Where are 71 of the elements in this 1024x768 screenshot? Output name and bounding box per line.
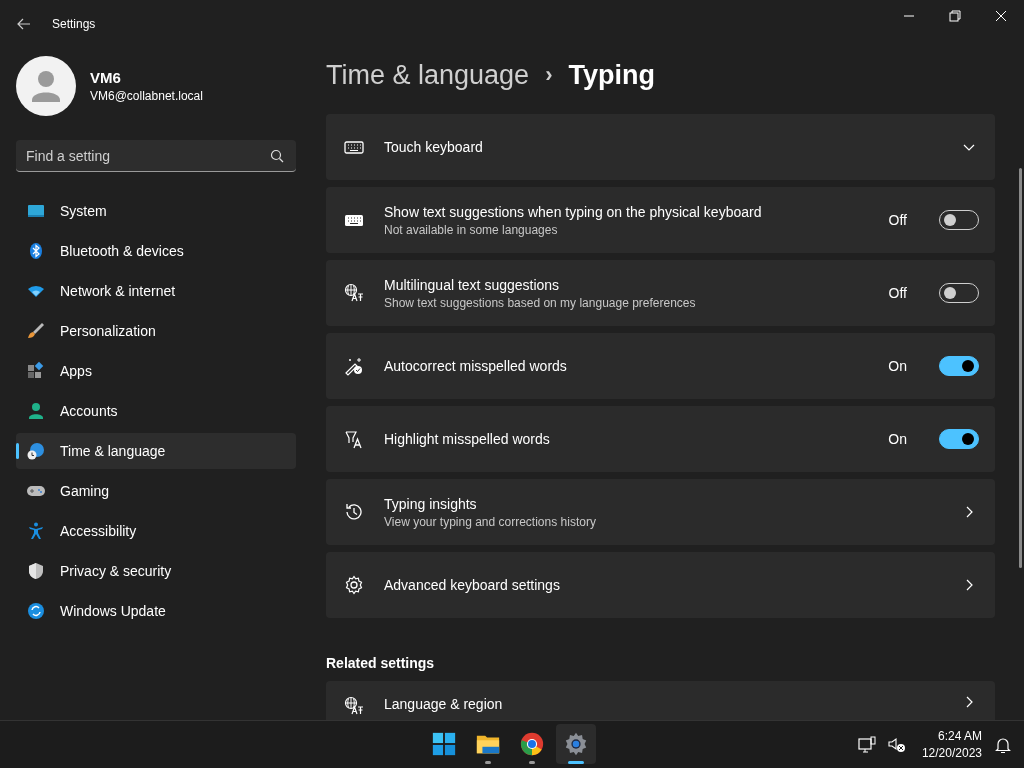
setting-title: Multilingual text suggestions (384, 276, 561, 293)
network-icon[interactable] (857, 735, 876, 754)
search-icon[interactable] (270, 149, 284, 163)
setting-title: Advanced keyboard settings (384, 577, 561, 593)
toggle-switch[interactable] (939, 429, 979, 449)
setting-title: Language & region (384, 696, 504, 712)
sidebar-item[interactable]: Time & language (16, 433, 296, 469)
toggle-state-label: On (888, 358, 907, 374)
search-field[interactable]: Find a setting (16, 140, 296, 172)
clock[interactable]: 6:24 AM 12/20/2023 (921, 729, 982, 760)
toggle-state-label: Off (888, 285, 907, 301)
shield-icon (26, 561, 46, 581)
setting-card[interactable]: Touch keyboard (326, 114, 995, 180)
language-icon (344, 283, 364, 303)
toggle-switch[interactable] (939, 356, 979, 376)
setting-title: Typing insights (384, 495, 478, 512)
setting-card[interactable]: Language & region (326, 681, 995, 720)
history-icon (344, 502, 364, 522)
language-icon (344, 696, 364, 716)
sidebar-item[interactable]: Windows Update (16, 593, 296, 629)
setting-card[interactable]: Typing insights View your typing and corrections history (326, 479, 995, 545)
setting-title: Autocorrect misspelled words (384, 358, 568, 374)
sidebar-item[interactable]: Apps (16, 353, 296, 389)
user-name: VM6 (90, 69, 122, 86)
setting-title: Show text suggestions when typing on the physical keyboard (384, 203, 763, 220)
restore-icon[interactable] (949, 10, 961, 22)
close-icon[interactable] (995, 10, 1007, 22)
setting-description: View your typing and corrections history (384, 514, 597, 529)
breadcrumb-parent[interactable]: Time & language (326, 59, 530, 91)
sidebar-item[interactable]: Accounts (16, 393, 296, 429)
setting-title: Highlight misspelled words (384, 431, 551, 447)
gear-icon (344, 575, 364, 595)
pen-check-icon (344, 356, 364, 376)
setting-card[interactable]: Show text suggestions when typing on the physical keyboard Not available in some languages Off (326, 187, 995, 253)
speaker-muted-icon[interactable] (887, 735, 906, 754)
notification-icon[interactable] (994, 735, 1012, 754)
window-title: Settings (52, 17, 96, 31)
avatar-icon[interactable] (16, 56, 76, 116)
setting-description: Show text suggestions based on my language preferences (384, 295, 697, 310)
sidebar-item[interactable]: Bluetooth & devices (16, 233, 296, 269)
setting-title: Touch keyboard (384, 139, 484, 155)
sidebar-item[interactable]: System (16, 193, 296, 229)
browser-icon (519, 731, 545, 757)
setting-card[interactable]: Advanced keyboard settings (326, 552, 995, 618)
taskbar-app[interactable] (556, 724, 596, 764)
breadcrumb-separator: › (545, 62, 553, 88)
paintbrush-icon (26, 321, 46, 341)
sidebar-item[interactable]: Network & internet (16, 273, 296, 309)
toggle-state-label: On (888, 431, 907, 447)
sidebar-item[interactable]: Privacy & security (16, 553, 296, 589)
sidebar-item[interactable]: Gaming (16, 473, 296, 509)
section-heading: Related settings (326, 655, 436, 671)
setting-card[interactable]: Autocorrect misspelled words On (326, 333, 995, 399)
user-email: VM6@collabnet.local (90, 89, 203, 103)
setting-description: Not available in some languages (384, 222, 559, 237)
gear-icon (563, 731, 589, 757)
page-title: Typing (568, 59, 655, 91)
person-icon (26, 401, 46, 421)
start-icon (431, 731, 457, 757)
setting-card[interactable]: Highlight misspelled words On (326, 406, 995, 472)
sidebar-item[interactable]: Personalization (16, 313, 296, 349)
globe-clock-icon (26, 441, 46, 461)
apps-icon (26, 361, 46, 381)
sidebar-item[interactable]: Accessibility (16, 513, 296, 549)
back-icon[interactable] (16, 16, 32, 32)
setting-card[interactable]: Multilingual text suggestions Show text suggestions based on my language preferences Off (326, 260, 995, 326)
toggle-state-label: Off (888, 212, 907, 228)
highlight-text-icon (344, 429, 364, 449)
update-icon (26, 601, 46, 621)
scrollbar[interactable] (1019, 168, 1022, 568)
accessibility-icon (26, 521, 46, 541)
